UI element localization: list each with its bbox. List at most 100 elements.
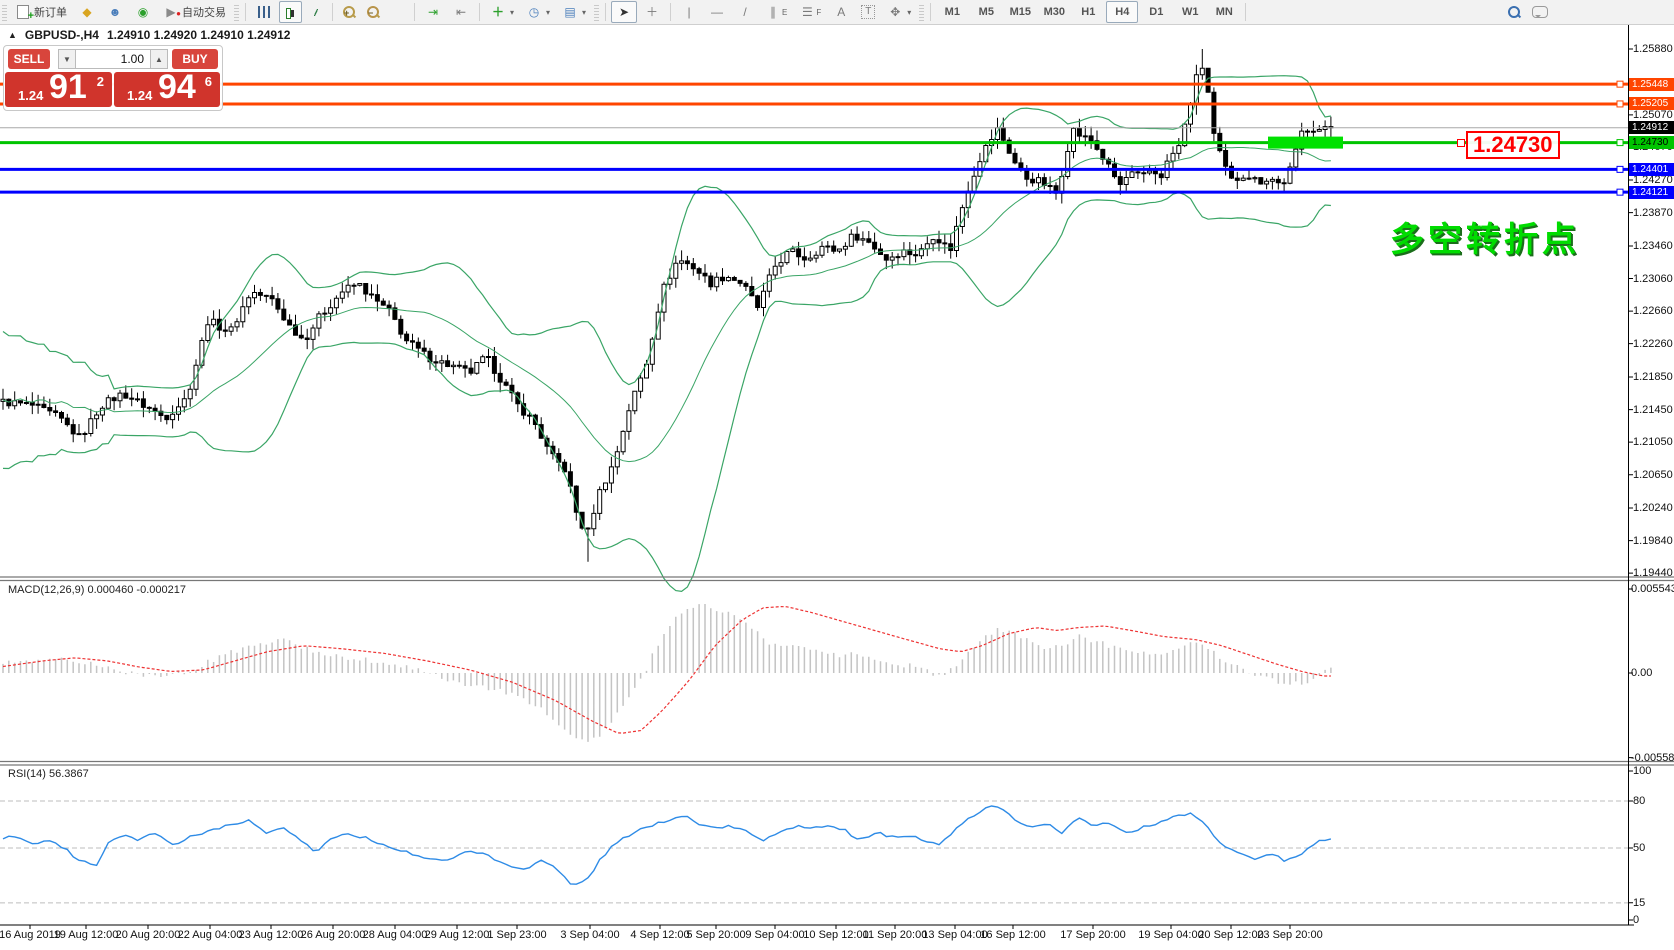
sell-button[interactable]: SELL <box>8 49 50 69</box>
zoom-in-icon: + <box>343 6 355 18</box>
timeframe-h4[interactable]: H4 <box>1106 1 1138 23</box>
line-handle[interactable] <box>1617 140 1623 146</box>
buy-price-panel[interactable]: 1.24 94 6 <box>114 72 220 107</box>
arrows-button[interactable]: ✥▾ <box>882 1 916 23</box>
chart-text-annotation[interactable]: 多空转折点 <box>1390 212 1580 261</box>
time-axis-label: 17 Sep 20:00 <box>1060 929 1125 941</box>
volume-decrease-button[interactable]: ▼ <box>58 49 76 69</box>
price-callout-label[interactable]: 1.24730 <box>1466 131 1560 159</box>
price-axis-tick-label: 1.21050 <box>1633 436 1673 448</box>
rsi-line <box>3 806 1331 884</box>
price-axis-tick-label: 1.23870 <box>1633 207 1673 219</box>
vertical-line-icon: | <box>681 4 697 20</box>
metaeditor-icon: ◆ <box>79 4 95 20</box>
zoom-out-button[interactable]: − <box>362 1 384 23</box>
line-handle[interactable] <box>1617 101 1623 107</box>
line-handle[interactable] <box>1617 189 1623 195</box>
tile-windows-button[interactable] <box>386 1 409 23</box>
autotrading-button[interactable]: ▶ 自动交易 <box>158 1 231 23</box>
highlight-rectangle[interactable] <box>1268 137 1343 149</box>
templates-button[interactable]: ▤▾ <box>557 1 591 23</box>
line-handle[interactable] <box>1617 166 1623 172</box>
chat-icon <box>1532 4 1548 20</box>
price-axis-tick-label: 1.20650 <box>1633 469 1673 481</box>
crosshair-button[interactable]: ＋ <box>639 1 665 23</box>
trendline-icon: / <box>737 4 753 20</box>
search-button[interactable] <box>1503 1 1525 23</box>
timeframe-mn[interactable]: MN <box>1208 1 1240 23</box>
zoom-in-button[interactable]: + <box>338 1 360 23</box>
cursor-icon: ➤ <box>616 4 632 20</box>
timeframe-m30[interactable]: M30 <box>1038 1 1070 23</box>
terminal-icon: ☻ <box>107 4 123 20</box>
templates-icon: ▤ <box>562 4 578 20</box>
macd-axis-tick-label: -0.005583 <box>1631 752 1674 764</box>
toolbar: 新订单 ◆ ☻ ◉ ▶ 自动交易 + − <box>0 0 1674 25</box>
sell-price-point: 2 <box>97 74 104 89</box>
buy-price-point: 6 <box>205 74 212 89</box>
time-axis-label: 16 Aug 2019 <box>0 929 61 941</box>
auto-scroll-icon: ⇥ <box>425 4 441 20</box>
indicators-button[interactable]: ＋▾ <box>485 1 519 23</box>
price-axis-tick-label: 1.20240 <box>1633 502 1673 514</box>
price-axis-tick-label: 1.21850 <box>1633 371 1673 383</box>
price-axis-tick-label: 1.22260 <box>1633 338 1673 350</box>
axis-ticks <box>30 49 1633 929</box>
bar-chart-button[interactable] <box>251 1 277 23</box>
toolbar-handle[interactable] <box>2 3 7 21</box>
fibonacci-icon: ☰ <box>799 4 815 20</box>
text-label-button[interactable]: T <box>856 1 880 23</box>
time-axis-label: 19 Aug 12:00 <box>54 929 119 941</box>
auto-scroll-button[interactable]: ⇥ <box>420 1 446 23</box>
candlestick-icon <box>284 6 297 19</box>
price-axis-tick-label: 1.21450 <box>1633 404 1673 416</box>
candle-wicks <box>3 49 1331 562</box>
timeframe-h1[interactable]: H1 <box>1072 1 1104 23</box>
buy-button[interactable]: BUY <box>172 49 218 69</box>
signals-button[interactable]: ◉ <box>130 1 156 23</box>
text-button[interactable]: A <box>828 1 854 23</box>
cursor-button[interactable]: ➤ <box>611 1 637 23</box>
bar-chart-icon <box>256 4 272 20</box>
trendline-button[interactable]: / <box>732 1 758 23</box>
volume-input[interactable] <box>76 49 150 69</box>
vertical-line-button[interactable]: | <box>676 1 702 23</box>
new-order-button[interactable]: 新订单 <box>10 1 72 23</box>
macd-axis-tick-label: 0.00 <box>1631 667 1652 679</box>
line-handle[interactable] <box>1617 81 1623 87</box>
time-axis-label: 16 Sep 12:00 <box>980 929 1045 941</box>
collapse-quote-panel-icon[interactable]: ▲ <box>8 30 17 40</box>
chart-canvas[interactable] <box>0 0 1674 950</box>
volume-increase-button[interactable]: ▲ <box>150 49 168 69</box>
equidistant-channel-button[interactable]: ∥E <box>760 1 792 23</box>
macd-axis-tick-label: 0.005543 <box>1631 583 1674 595</box>
time-axis-label: 11 Sep 20:00 <box>863 929 928 941</box>
timeframe-d1[interactable]: D1 <box>1140 1 1172 23</box>
chat-button[interactable] <box>1527 1 1553 23</box>
timeframe-m5[interactable]: M5 <box>970 1 1002 23</box>
chart-shift-button[interactable]: ⇤ <box>448 1 474 23</box>
time-axis-label: 22 Aug 04:00 <box>178 929 243 941</box>
fibonacci-button[interactable]: ☰F <box>794 1 826 23</box>
new-order-label: 新订单 <box>34 4 67 20</box>
mt4-terminal: 新订单 ◆ ☻ ◉ ▶ 自动交易 + − <box>0 0 1674 950</box>
timeframe-w1[interactable]: W1 <box>1174 1 1206 23</box>
terminal-button[interactable]: ☻ <box>102 1 128 23</box>
bear-candles <box>7 68 1333 529</box>
line-chart-icon <box>309 6 322 18</box>
zoom-out-icon: − <box>367 6 379 18</box>
line-chart-button[interactable] <box>304 1 327 23</box>
tile-windows-icon <box>391 6 404 18</box>
time-axis-label: 23 Sep 20:00 <box>1257 929 1322 941</box>
horizontal-line-button[interactable]: — <box>704 1 730 23</box>
price-axis-tick-label: 1.22660 <box>1633 305 1673 317</box>
metaeditor-button[interactable]: ◆ <box>74 1 100 23</box>
candlestick-chart-button[interactable] <box>279 1 302 23</box>
price-badge: 1.24121 <box>1629 186 1674 199</box>
timeframe-m15[interactable]: M15 <box>1004 1 1036 23</box>
price-axis-tick-label: 1.23060 <box>1633 273 1673 285</box>
sell-price-pips: 91 <box>49 68 87 107</box>
periods-button[interactable]: ◷▾ <box>521 1 555 23</box>
sell-price-panel[interactable]: 1.24 91 2 <box>5 72 112 107</box>
timeframe-m1[interactable]: M1 <box>936 1 968 23</box>
